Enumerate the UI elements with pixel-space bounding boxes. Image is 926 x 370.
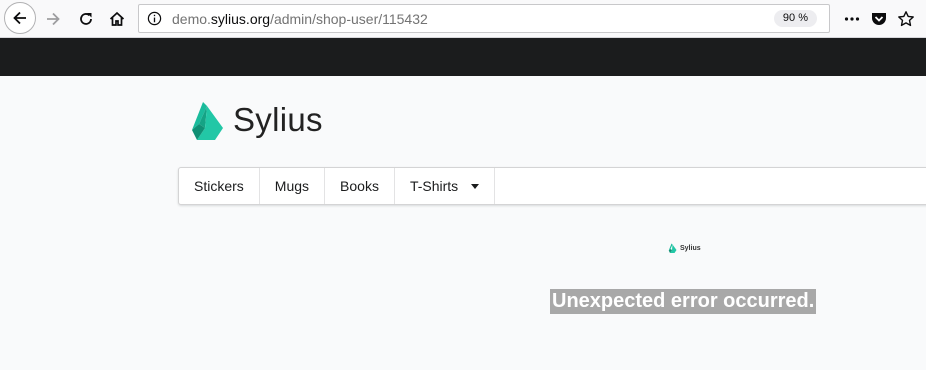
browser-toolbar: demo.sylius.org/admin/shop-user/115432 9… xyxy=(0,0,926,38)
zoom-badge[interactable]: 90 % xyxy=(773,10,817,27)
small-brand-name: Sylius xyxy=(680,244,701,252)
brand-name: Sylius xyxy=(233,101,323,138)
small-sylius-logo: Sylius xyxy=(668,243,701,253)
reload-button[interactable] xyxy=(72,5,100,33)
reload-icon xyxy=(80,13,92,25)
error-message: Unexpected error occurred. xyxy=(550,289,817,314)
url-host: sylius.org xyxy=(210,11,271,27)
arrow-right-icon xyxy=(47,12,60,26)
menu-item-t-shirts[interactable]: T-Shirts xyxy=(395,168,496,204)
caret-down-icon xyxy=(471,183,480,189)
menu-item-books[interactable]: Books xyxy=(325,168,395,204)
star-icon xyxy=(898,11,914,27)
home-button[interactable] xyxy=(103,5,131,33)
swan-logo-icon xyxy=(192,102,223,140)
pocket-button[interactable] xyxy=(865,5,893,33)
menu-item-stickers[interactable]: Stickers xyxy=(179,168,260,204)
url-prefix: demo. xyxy=(172,11,211,27)
bookmark-button[interactable] xyxy=(892,5,920,33)
sylius-logo[interactable]: Sylius xyxy=(189,100,323,140)
back-button[interactable] xyxy=(4,2,36,34)
url-text[interactable]: demo.sylius.org/admin/shop-user/115432 xyxy=(172,11,428,27)
menu-item-mugs[interactable]: Mugs xyxy=(260,168,326,204)
main-menu: Stickers Mugs Books T-Shirts xyxy=(178,167,926,205)
swan-logo-icon xyxy=(668,243,677,253)
page-actions-button[interactable] xyxy=(838,5,866,33)
home-icon xyxy=(109,11,125,26)
pocket-icon xyxy=(872,13,886,25)
site-top-bar xyxy=(0,38,926,76)
more-dots-icon xyxy=(844,17,860,21)
forward-button[interactable] xyxy=(39,5,67,33)
url-path: /admin/shop-user/115432 xyxy=(270,11,428,27)
info-icon[interactable] xyxy=(146,10,163,27)
menu-item-label: T-Shirts xyxy=(409,178,459,194)
arrow-left-icon xyxy=(13,11,26,25)
address-bar[interactable]: demo.sylius.org/admin/shop-user/115432 9… xyxy=(138,4,830,33)
